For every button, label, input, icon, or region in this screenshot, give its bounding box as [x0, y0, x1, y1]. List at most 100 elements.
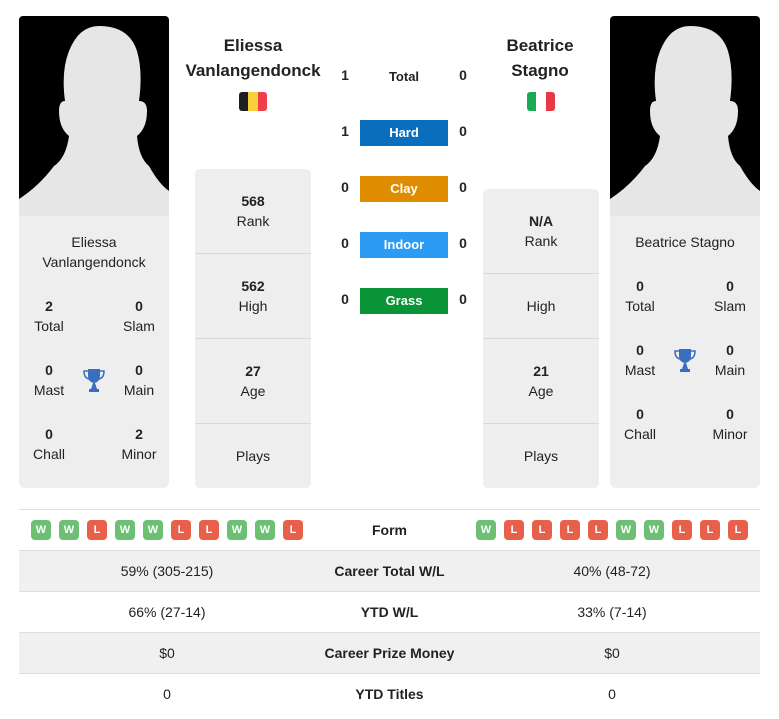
player2-titles-mast: 0 Mast [624, 342, 656, 378]
player1-name-line1: Eliessa [223, 36, 283, 55]
player1-card-name-line1: Eliessa [71, 234, 117, 250]
player2-titles-chall: 0 Chall [624, 406, 656, 442]
avatar-silhouette-icon [610, 26, 760, 216]
player2-titles-minor: 0 Minor [712, 406, 748, 442]
player2-name-line1: Beatrice [506, 36, 574, 55]
form-badge-loss[interactable]: L [532, 520, 552, 540]
form-badge-win[interactable]: W [476, 520, 496, 540]
player1-value: 59% (305-215) [120, 563, 214, 579]
flag-stripe-3 [545, 92, 555, 111]
italy-flag-icon [527, 92, 555, 111]
player2-card-name: Beatrice Stagno [635, 234, 735, 250]
player2-plays: Plays [523, 448, 559, 464]
player1-stats: 568 Rank 562 High 27 Age Plays [195, 169, 311, 488]
trophy-icon [83, 369, 105, 392]
player2-high: High [526, 298, 556, 314]
belgium-flag-icon [239, 92, 267, 111]
player1-card-name-line2: Vanlangendonck [42, 254, 146, 270]
player1-rank: 568 Rank [236, 193, 270, 229]
player1-titles-main: 0 Main [123, 362, 155, 398]
row-label: Career Total W/L [334, 563, 445, 579]
h2h-indoor-p2: 0 [459, 235, 467, 251]
h2h-clay-p2: 0 [459, 179, 467, 195]
player2-titles-main: 0 Main [714, 342, 746, 378]
divider [195, 253, 311, 254]
row-label: YTD Titles [355, 686, 424, 702]
player1-titles-minor: 2 Minor [121, 426, 157, 462]
player2-name-line2: Stagno [511, 61, 569, 80]
form-badge-win[interactable]: W [143, 520, 163, 540]
player1-age: 27 Age [240, 363, 266, 399]
player1-name-line2: Vanlangendonck [185, 61, 321, 80]
divider [483, 423, 599, 424]
h2h-total-p1: 1 [341, 67, 349, 83]
flag-stripe-2 [536, 92, 546, 111]
comparison-row: 0 YTD Titles 0 [19, 673, 760, 714]
row-label: Career Prize Money [324, 645, 455, 661]
form-badge-loss[interactable]: L [199, 520, 219, 540]
h2h-hard-p2: 0 [459, 123, 467, 139]
flag-stripe-2 [248, 92, 258, 111]
player1-high: 562 High [238, 278, 268, 314]
player1-titles-slam: 0 Slam [123, 298, 155, 334]
h2h-total-label: Total [388, 69, 420, 84]
form-badge-loss[interactable]: L [560, 520, 580, 540]
player1-value: 0 [163, 686, 171, 702]
player2-age: 21 Age [528, 363, 554, 399]
form-row: WWLWWLLWWL Form WLLLLWWLLL [19, 509, 760, 550]
form-badge-loss[interactable]: L [700, 520, 720, 540]
form-badge-win[interactable]: W [227, 520, 247, 540]
player2-form: WLLLLWWLLL [476, 520, 748, 540]
h2h-grass-p2: 0 [459, 291, 467, 307]
player2-stats: N/A Rank High 21 Age Plays [483, 189, 599, 488]
surface-grass-button[interactable]: Grass [360, 288, 448, 314]
form-badge-loss[interactable]: L [728, 520, 748, 540]
surface-clay-button[interactable]: Clay [360, 176, 448, 202]
form-badge-win[interactable]: W [59, 520, 79, 540]
form-badge-win[interactable]: W [255, 520, 275, 540]
form-badge-win[interactable]: W [115, 520, 135, 540]
surface-hard-button[interactable]: Hard [360, 120, 448, 146]
player2-value: $0 [604, 645, 620, 661]
player2-rank: N/A Rank [524, 213, 558, 249]
flag-stripe-3 [257, 92, 267, 111]
h2h-indoor-p1: 0 [341, 235, 349, 251]
form-badge-loss[interactable]: L [672, 520, 692, 540]
form-badge-win[interactable]: W [31, 520, 51, 540]
flag-stripe-1 [239, 92, 249, 111]
form-badge-win[interactable]: W [644, 520, 664, 540]
player1-card: Eliessa Vanlangendonck 2 Total 0 Slam 0 Mas… [19, 216, 169, 488]
form-badge-loss[interactable]: L [171, 520, 191, 540]
player2-value: 0 [608, 686, 616, 702]
player1-titles-chall: 0 Chall [33, 426, 65, 462]
h2h-clay-p1: 0 [341, 179, 349, 195]
player2-titles-slam: 0 Slam [714, 278, 746, 314]
flag-stripe-1 [527, 92, 537, 111]
avatar-silhouette-icon [19, 26, 169, 216]
player1-name[interactable]: Eliessa Vanlangendonck [176, 33, 330, 83]
player1-form: WWLWWLLWWL [31, 520, 303, 540]
player1-titles-mast: 0 Mast [33, 362, 65, 398]
comparison-row: $0 Career Prize Money $0 [19, 632, 760, 673]
comparison-row: 66% (27-14) YTD W/L 33% (7-14) [19, 591, 760, 632]
form-badge-loss[interactable]: L [87, 520, 107, 540]
form-badge-win[interactable]: W [616, 520, 636, 540]
player2-name[interactable]: Beatrice Stagno [470, 33, 610, 83]
player1-photo[interactable] [19, 16, 169, 216]
comparison-row: 59% (305-215) Career Total W/L 40% (48-7… [19, 550, 760, 591]
player1-value: $0 [159, 645, 175, 661]
h2h-hard-p1: 1 [341, 123, 349, 139]
row-label: YTD W/L [360, 604, 419, 620]
player2-card: Beatrice Stagno 0 Total 0 Slam 0 Mast 0 Main… [610, 216, 760, 488]
divider [483, 273, 599, 274]
player2-photo[interactable] [610, 16, 760, 216]
form-badge-loss[interactable]: L [504, 520, 524, 540]
surface-indoor-button[interactable]: Indoor [360, 232, 448, 258]
player1-titles-total: 2 Total [34, 298, 64, 334]
form-badge-loss[interactable]: L [283, 520, 303, 540]
divider [195, 423, 311, 424]
divider [483, 338, 599, 339]
player2-titles-total: 0 Total [625, 278, 655, 314]
form-label: Form [372, 522, 407, 538]
form-badge-loss[interactable]: L [588, 520, 608, 540]
